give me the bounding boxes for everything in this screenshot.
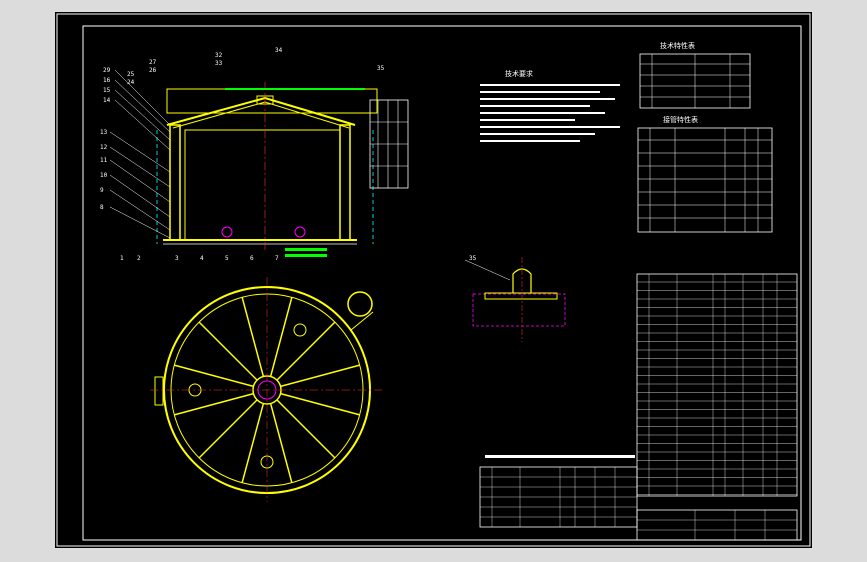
rafter-line — [269, 297, 293, 377]
leader-16: 16 — [103, 77, 111, 84]
parts-list-table[interactable] — [636, 273, 798, 497]
plan-view[interactable] — [150, 277, 385, 502]
rafter-line — [280, 392, 360, 416]
leader-35: 35 — [377, 65, 385, 72]
leader-14: 14 — [103, 97, 111, 104]
dimension-note-1 — [285, 248, 327, 251]
leader-25: 25 — [127, 71, 135, 78]
leader-33: 33 — [215, 60, 223, 67]
svg-text:3: 3 — [175, 255, 179, 262]
bottom-nozzle-1 — [221, 226, 233, 238]
dimension-note-2 — [285, 254, 327, 257]
leader-15: 15 — [103, 87, 111, 94]
technical-requirements[interactable]: 技术要求 — [480, 69, 620, 142]
title-block-grid — [637, 510, 797, 540]
bottom-nozzle-2 — [294, 226, 306, 238]
bottom-parts-table[interactable] — [479, 455, 638, 528]
sheet-inner-border — [82, 25, 802, 541]
leader-8: 8 — [100, 204, 104, 211]
leader-12: 12 — [100, 144, 108, 151]
leader-9: 9 — [100, 187, 104, 194]
nozzle-detail-view[interactable]: 35 — [464, 255, 566, 342]
bottom-parts-grid — [480, 467, 637, 527]
leader-11: 11 — [100, 157, 108, 164]
leader-10: 10 — [100, 172, 108, 179]
nozzle-table-title: 接管特性表 — [663, 115, 698, 124]
svg-text:5: 5 — [225, 255, 229, 262]
detail-leader — [464, 259, 511, 281]
technical-specs-table[interactable]: 技术特性表 — [639, 41, 751, 109]
rafter-line — [174, 364, 254, 388]
leader-24: 24 — [127, 79, 135, 86]
svg-text:1: 1 — [120, 255, 124, 262]
nozzle-table-frame — [637, 127, 773, 233]
nozzle-table[interactable]: 接管特性表 — [637, 115, 773, 233]
rafter-line — [198, 399, 258, 459]
rafter-line — [241, 297, 265, 377]
tank-left-wall — [169, 124, 181, 241]
leader-26: 26 — [149, 67, 157, 74]
plan-manhole-1 — [293, 323, 307, 337]
tank-inner-body — [184, 129, 341, 241]
leader-34: 34 — [275, 47, 283, 54]
detail-label: 35 — [469, 255, 477, 262]
svg-text:6: 6 — [250, 255, 254, 262]
rafter-line — [198, 321, 258, 381]
tank-right-wall — [339, 124, 351, 241]
tech-specs-grid — [640, 54, 750, 108]
parts-list-rows — [637, 281, 797, 495]
bottom-leaders: 1 2 3 4 5 6 7 — [120, 255, 279, 262]
leader-29: 29 — [103, 67, 111, 74]
leader-13: 13 — [100, 129, 108, 136]
rafter-line — [241, 403, 265, 483]
svg-text:2: 2 — [137, 255, 141, 262]
top-dimension — [225, 88, 365, 90]
svg-text:7: 7 — [275, 255, 279, 262]
cad-drawing-canvas[interactable]: 29 16 15 14 13 12 11 10 9 8 27 26 25 24 … — [55, 12, 812, 548]
sheet-outer-border — [56, 13, 811, 547]
rafter-line — [269, 403, 293, 483]
cad-application: 29 16 15 14 13 12 11 10 9 8 27 26 25 24 … — [0, 0, 867, 562]
left-leader-lines — [109, 69, 171, 239]
rafter-line — [280, 364, 360, 388]
tech-req-lines — [480, 84, 620, 142]
tech-req-title: 技术要求 — [505, 69, 533, 78]
plan-left-fitting — [154, 376, 164, 406]
rafter-line — [276, 399, 336, 459]
drawing-viewport[interactable]: 29 16 15 14 13 12 11 10 9 8 27 26 25 24 … — [55, 12, 812, 548]
title-block-frame — [636, 509, 798, 541]
svg-text:4: 4 — [200, 255, 204, 262]
tech-specs-title: 技术特性表 — [660, 41, 695, 50]
leader-32: 32 — [215, 52, 223, 59]
bottom-parts-note — [485, 455, 635, 458]
front-elevation-view[interactable]: 29 16 15 14 13 12 11 10 9 8 27 26 25 24 … — [100, 47, 409, 262]
leader-27: 27 — [149, 59, 157, 66]
rafter-line — [174, 392, 254, 416]
title-block[interactable] — [636, 509, 798, 541]
nozzle-table-grid — [638, 128, 772, 232]
plan-inlet-flange — [347, 291, 373, 317]
